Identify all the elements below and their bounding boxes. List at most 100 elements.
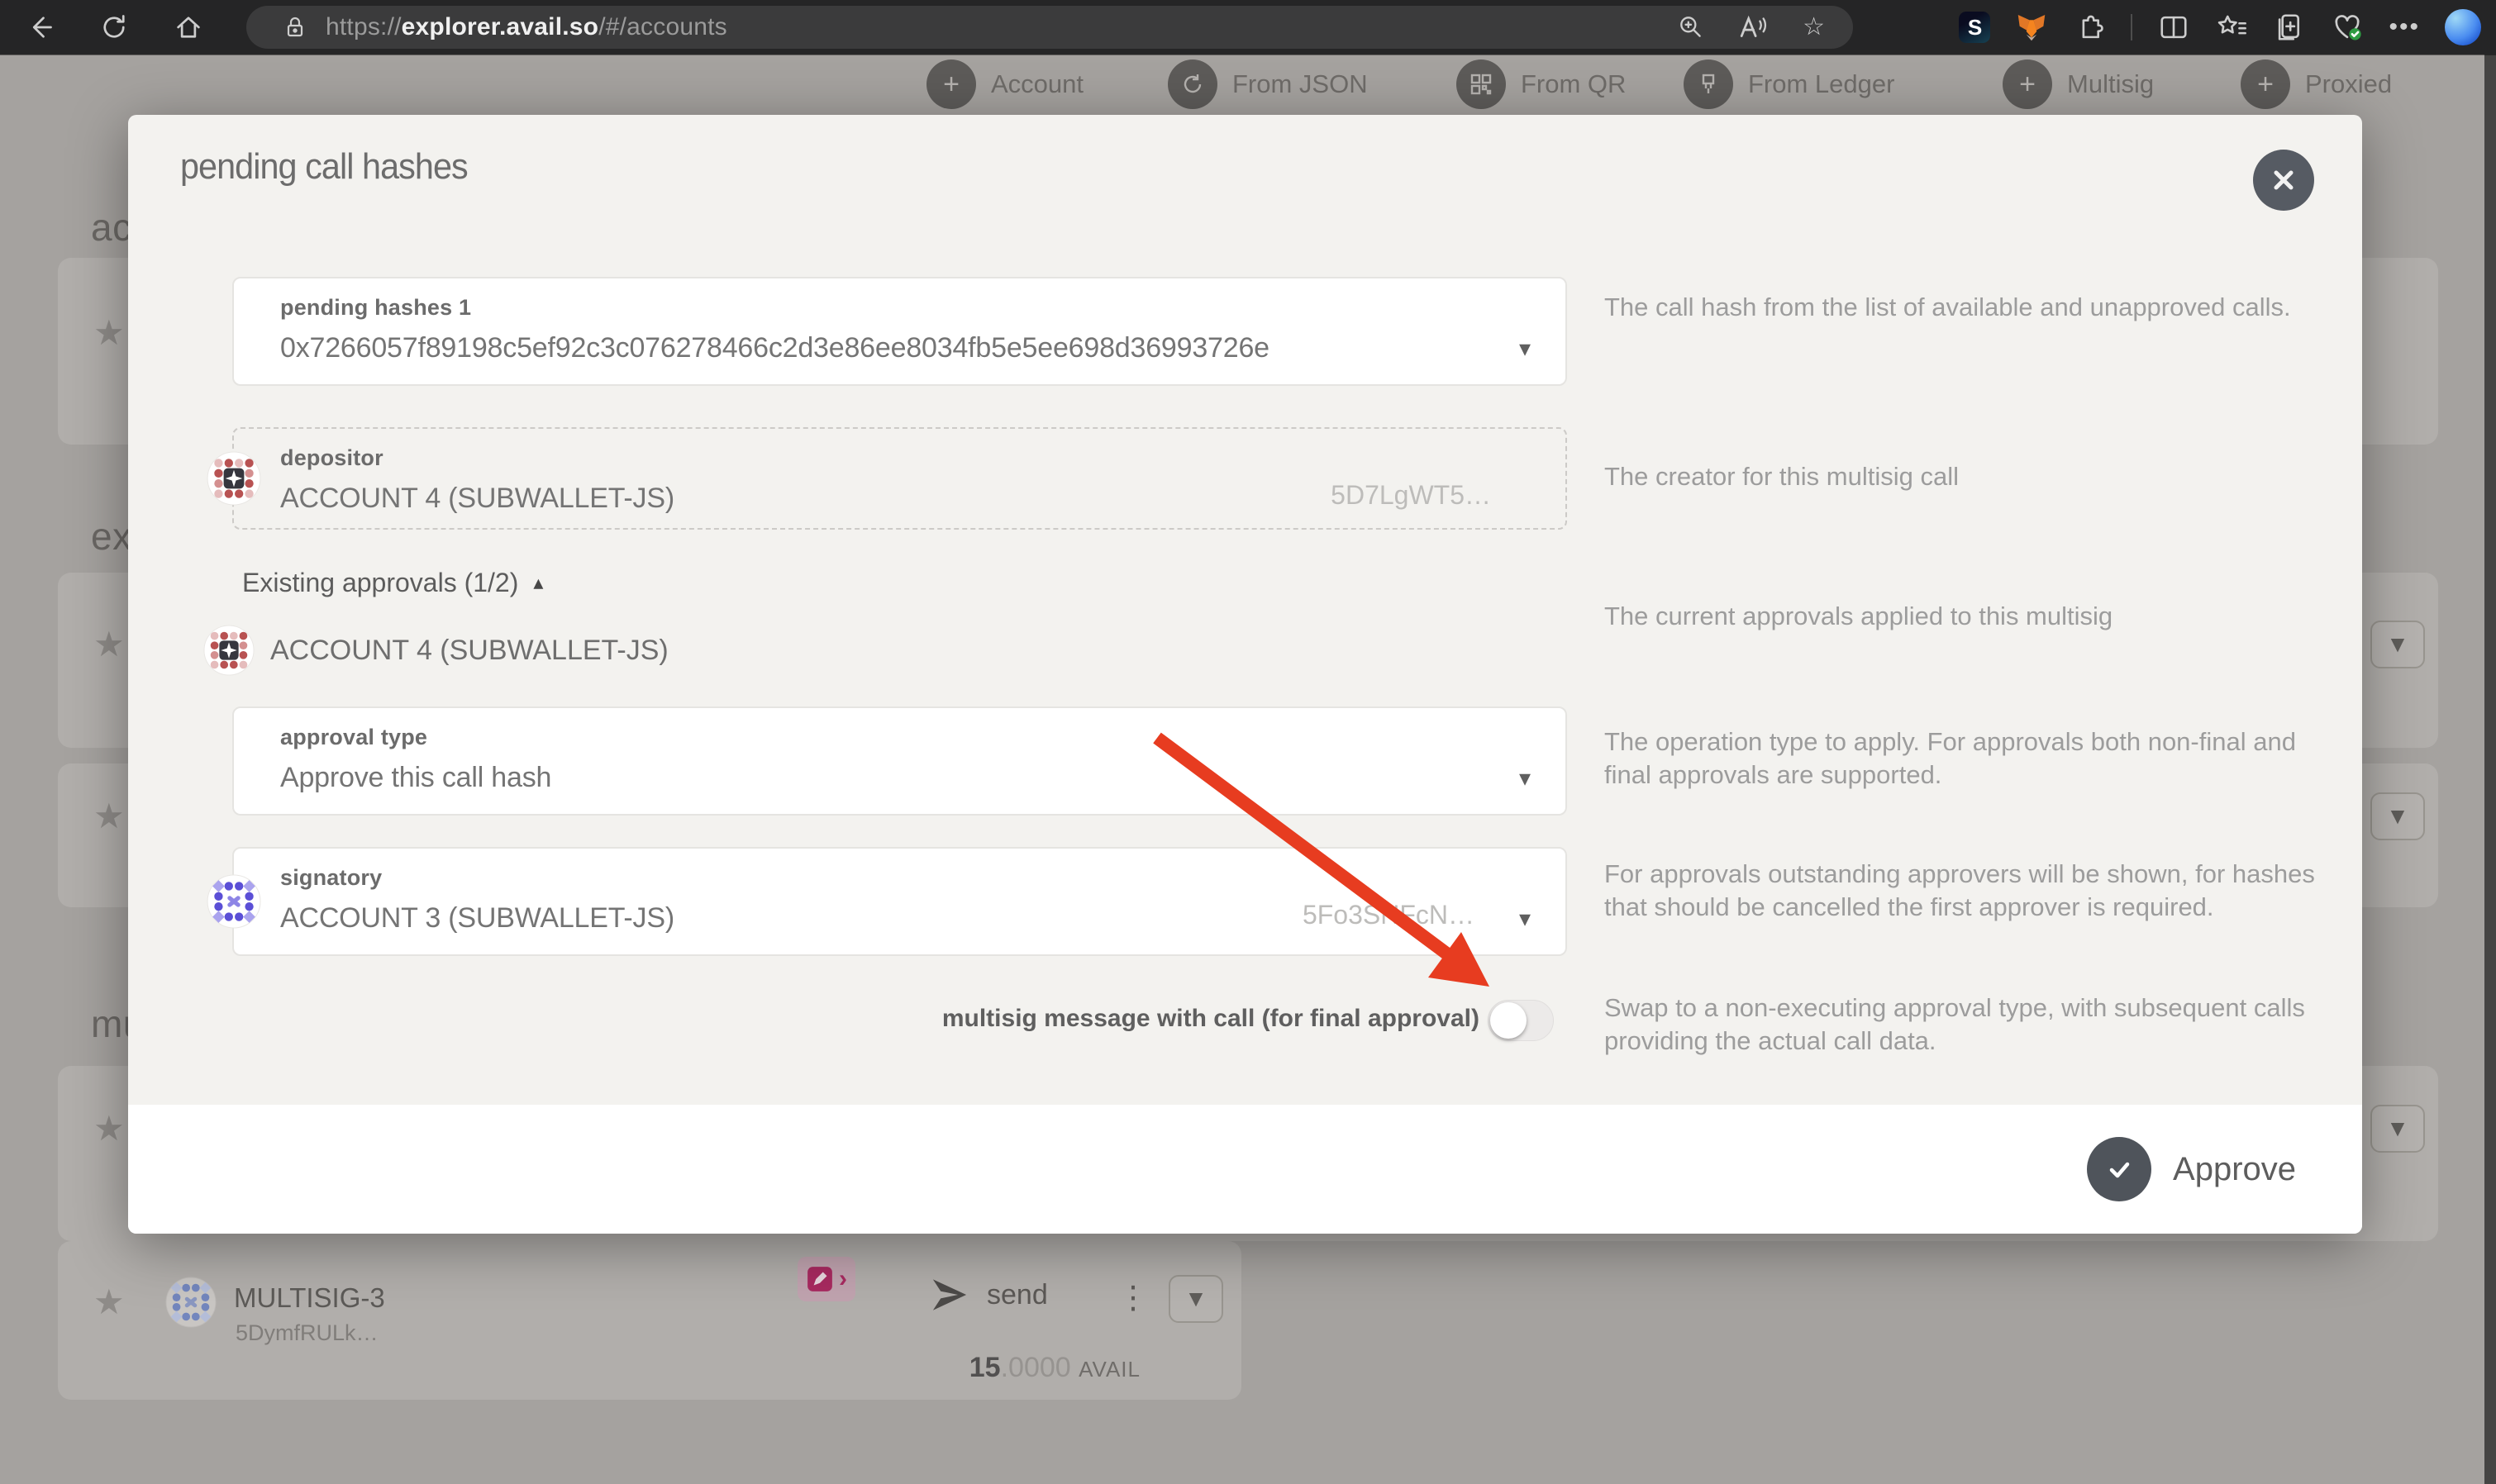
close-icon [2270,166,2298,194]
favorites-icon[interactable] [2215,11,2248,44]
refresh-button[interactable] [98,11,131,44]
multisig-account-name[interactable]: MULTISIG-3 [234,1282,385,1314]
help-text-signatory: For approvals outstanding approvers will… [1604,858,2332,924]
signatory-dropdown[interactable]: signatory ACCOUNT 3 (SUBWALLET-JS) 5Fo3S… [232,847,1567,956]
close-button[interactable] [2253,150,2314,211]
pending-hashes-label: pending hashes 1 [280,295,1565,321]
approve-label: Approve [2173,1151,2296,1188]
toolbar-divider [2131,14,2132,40]
multisig-label: Multisig [2067,69,2154,99]
approve-button[interactable]: Approve [2087,1136,2296,1202]
plus-icon: + [2019,69,2036,101]
add-multisig-button[interactable]: + Multisig [2003,59,2154,109]
favorite-star-icon[interactable]: ★ [93,627,125,662]
from-json-label: From JSON [1232,69,1368,99]
subwallet-extension-icon[interactable]: S [1959,12,1990,43]
plus-icon: + [2257,69,2274,101]
from-qr-label: From QR [1521,69,1626,99]
extensions-puzzle-icon[interactable] [2073,11,2106,44]
depositor-identicon [207,451,261,506]
url-text: https://explorer.avail.so/#/accounts [326,13,727,41]
signatory-label: signatory [280,865,1565,891]
zoom-icon[interactable] [1677,13,1705,41]
favorite-page-icon[interactable]: ☆ [1803,15,1825,40]
help-text-toggle: Swap to a non-executing approval type, w… [1604,992,2332,1058]
row-expand-button[interactable]: ▼ [2370,1105,2425,1153]
qr-icon [1456,59,1506,109]
home-button[interactable] [172,11,205,44]
pending-call-hashes-modal: pending call hashes pending hashes 1 0x7… [128,115,2362,1234]
check-circle-icon [2087,1137,2151,1201]
multisig-account-address[interactable]: 5DymfRULk… [236,1320,379,1346]
add-account-label: Account [991,69,1084,99]
add-proxied-button[interactable]: + Proxied [2241,59,2392,109]
pending-approval-badge[interactable]: › [798,1257,855,1301]
caret-down-icon: ▼ [2386,631,2409,658]
existing-approvals-expander[interactable]: Existing approvals (1/2) ▴ [242,568,543,598]
paper-plane-icon [931,1276,969,1314]
multisig-identicon [165,1277,217,1328]
favorite-star-icon[interactable]: ★ [93,799,125,834]
caret-down-icon: ▼ [1184,1286,1208,1312]
plus-icon: + [943,69,960,101]
home-icon [174,12,203,42]
back-arrow-icon [25,12,55,42]
approver-identicon [203,625,255,676]
row-expand-button[interactable]: ▼ [2370,792,2425,840]
help-text-hash: The call hash from the list of available… [1604,291,2332,324]
read-aloud-icon[interactable] [1738,13,1770,41]
favorite-star-icon[interactable]: ★ [93,316,125,350]
pending-hash-value: 0x7266057f89198c5ef92c3c076278466c2d3e86… [280,332,1565,364]
row-expand-button[interactable]: ▼ [2370,621,2425,668]
usb-icon [1684,59,1733,109]
copilot-icon[interactable] [2445,9,2481,45]
row-menu-button[interactable]: ⋮ [1117,1279,1149,1316]
help-text-approvals: The current approvals applied to this mu… [1604,600,2332,633]
multisig-message-toggle-label: multisig message with call (for final ap… [942,1005,1479,1033]
window-edge [2484,55,2496,1484]
proxied-label: Proxied [2305,69,2392,99]
toggle-knob [1490,1002,1527,1039]
modal-title: pending call hashes [180,146,468,188]
help-text-approval-type: The operation type to apply. For approva… [1604,725,2332,792]
favorite-star-icon[interactable]: ★ [93,1285,125,1320]
section-heading-extension: ex [91,514,132,559]
pending-hashes-dropdown[interactable]: pending hashes 1 0x7266057f89198c5ef92c3… [232,277,1567,386]
add-account-button[interactable]: + Account [926,59,1084,109]
split-screen-icon[interactable] [2157,11,2190,44]
depositor-address-short: 5D7LgWT5… [1331,480,1491,511]
settings-menu-icon[interactable]: ••• [2389,13,2420,41]
help-text-depositor: The creator for this multisig call [1604,460,2332,493]
approval-type-dropdown[interactable]: approval type Approve this call hash ▾ [232,706,1567,816]
collapse-icon: ▴ [533,571,543,595]
signatory-identicon [207,874,261,929]
browser-essentials-icon[interactable] [2331,11,2364,44]
depositor-field: depositor ACCOUNT 4 (SUBWALLET-JS) 5D7Lg… [232,427,1567,530]
address-bar[interactable]: https://explorer.avail.so/#/accounts ☆ [246,6,1853,49]
caret-down-icon: ▼ [2386,803,2409,830]
send-label: send [987,1279,1048,1311]
from-ledger-label: From Ledger [1748,69,1894,99]
approval-type-label: approval type [280,725,1565,750]
balance-value: 15.0000 AVAIL [893,1352,1141,1384]
modal-footer: Approve [128,1105,2362,1234]
favorite-star-icon[interactable]: ★ [93,1111,125,1146]
from-qr-button[interactable]: From QR [1456,59,1626,109]
existing-approvals-label: Existing approvals (1/2) [242,568,518,598]
dropdown-caret-icon: ▾ [1519,764,1531,792]
multisig-message-toggle[interactable] [1488,1000,1554,1041]
collections-icon[interactable] [2273,11,2306,44]
browser-toolbar: https://explorer.avail.so/#/accounts ☆ S [0,0,2496,55]
send-button[interactable]: send [931,1276,1048,1314]
from-json-button[interactable]: From JSON [1168,59,1368,109]
signatory-address-short: 5Fo3SNFcN… [1303,900,1474,930]
back-button[interactable] [23,11,56,44]
sign-document-icon [806,1265,834,1293]
url-domain: explorer.avail.so [402,13,599,40]
dropdown-caret-icon: ▾ [1519,335,1531,362]
row-expand-button[interactable]: ▼ [1169,1275,1223,1323]
approver-account-name: ACCOUNT 4 (SUBWALLET-JS) [270,625,669,676]
metamask-extension-icon[interactable] [2015,11,2048,44]
lock-icon [283,15,307,40]
from-ledger-button[interactable]: From Ledger [1684,59,1894,109]
